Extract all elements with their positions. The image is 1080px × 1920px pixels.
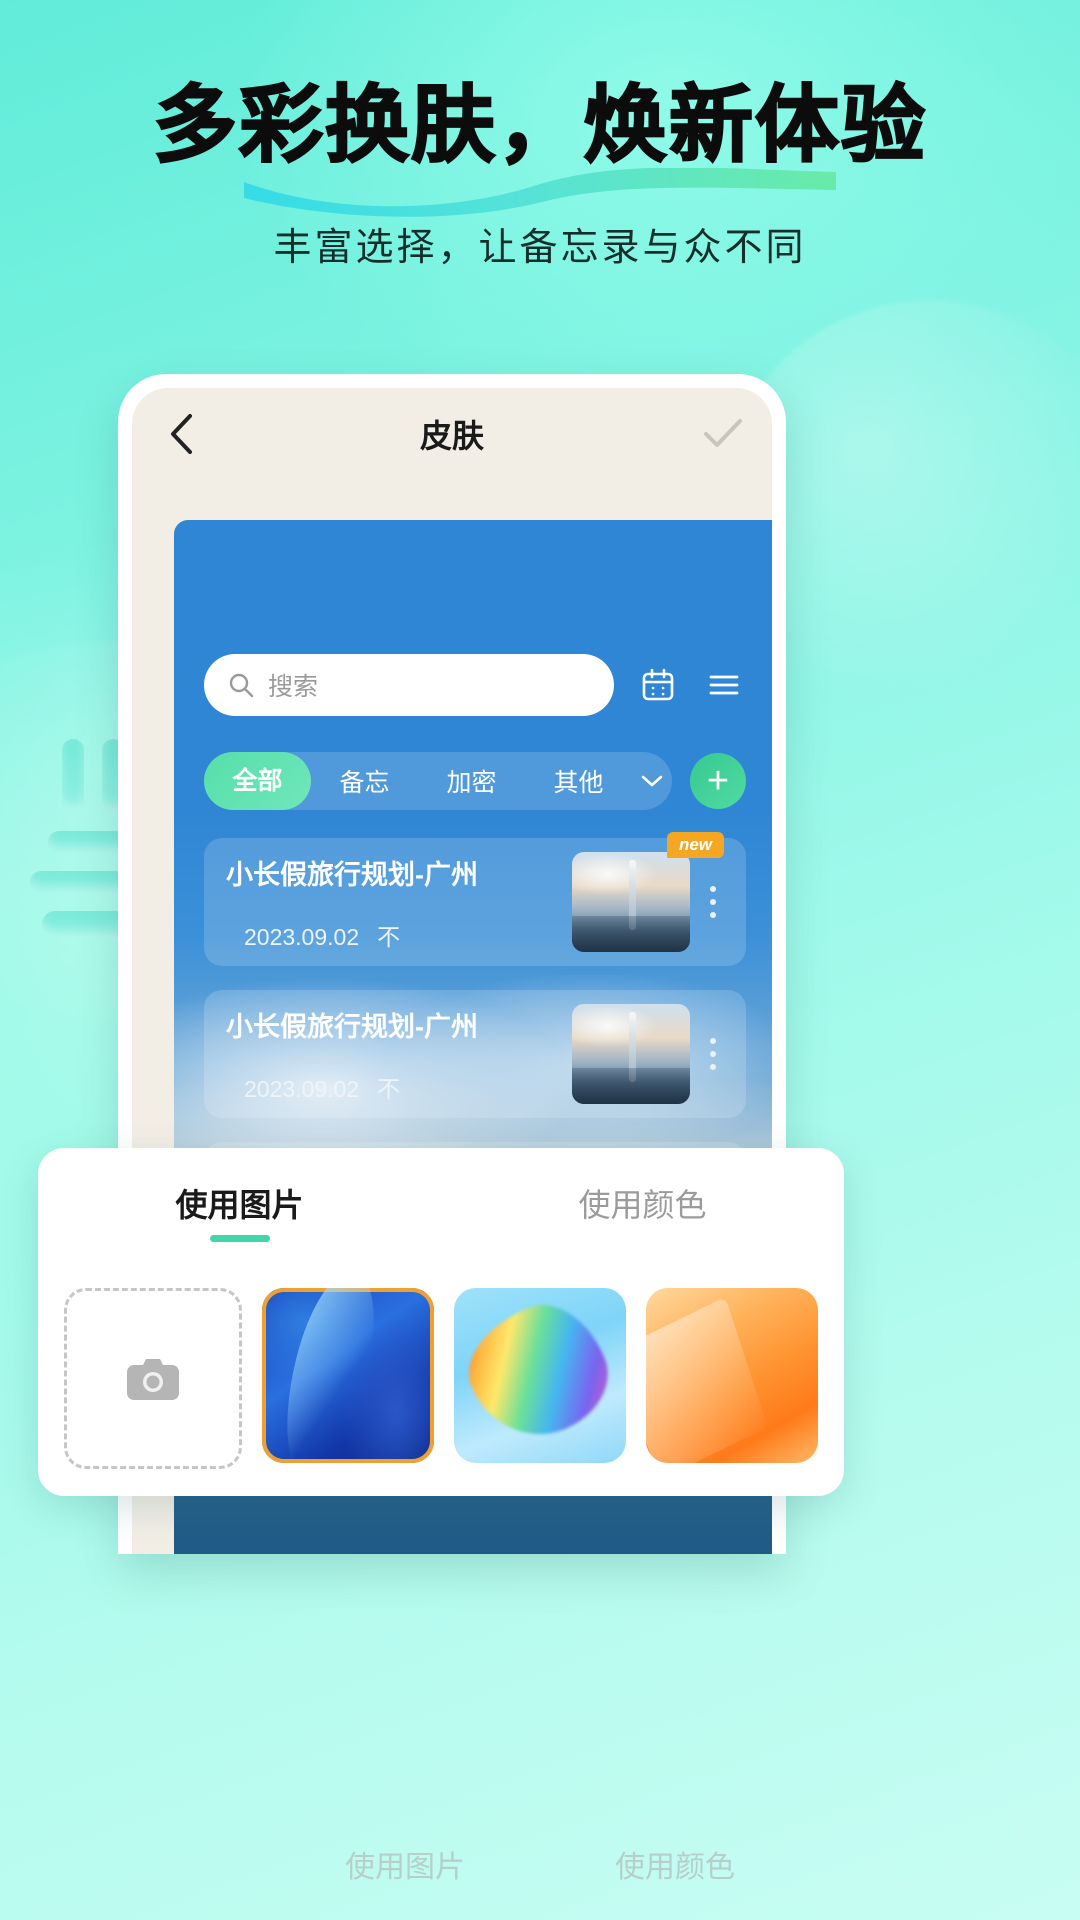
swatch-orange-cube[interactable] bbox=[646, 1288, 818, 1463]
search-row: 搜索 bbox=[204, 654, 746, 716]
filter-chip-all[interactable]: 全部 bbox=[204, 752, 311, 810]
table-row[interactable]: 小长假旅行规划-广州 2023.09.02不 bbox=[204, 990, 746, 1118]
add-photo-button[interactable] bbox=[64, 1288, 242, 1469]
more-vertical-icon[interactable] bbox=[690, 886, 736, 918]
filter-chip-memo[interactable]: 备忘 bbox=[311, 763, 418, 799]
search-icon bbox=[229, 673, 254, 698]
filter-chip-other[interactable]: 其他 bbox=[525, 763, 632, 799]
note-thumbnail bbox=[572, 1004, 690, 1104]
tab-use-image[interactable]: 使用图片 bbox=[38, 1180, 441, 1226]
chevron-down-icon[interactable] bbox=[632, 773, 672, 789]
swatch-list bbox=[38, 1226, 844, 1469]
filter-chip-encrypted[interactable]: 加密 bbox=[418, 763, 525, 799]
page-title: 皮肤 bbox=[419, 418, 484, 454]
sheet-tab-bar: 使用图片 使用颜色 bbox=[38, 1148, 844, 1226]
bottom-nav: 使用图片 使用颜色 bbox=[0, 1842, 1080, 1886]
add-note-button[interactable]: + bbox=[690, 753, 746, 809]
hero-subtitle: 丰富选择，让备忘录与众不同 bbox=[273, 227, 807, 270]
note-date: 2023.09.02不 bbox=[244, 1075, 401, 1102]
skin-picker-sheet: 使用图片 使用颜色 bbox=[38, 1148, 844, 1496]
hero-section: 多彩换肤，焕新体验 丰富选择，让备忘录与众不同 bbox=[0, 76, 1080, 271]
filter-chip-row: 全部 备忘 加密 其他 + bbox=[204, 752, 746, 810]
note-date: 2023.09.02不 bbox=[244, 923, 401, 950]
bottom-nav-use-color[interactable]: 使用颜色 bbox=[615, 1842, 735, 1886]
list-menu-icon[interactable] bbox=[702, 663, 746, 707]
search-input[interactable]: 搜索 bbox=[204, 654, 614, 716]
search-placeholder: 搜索 bbox=[268, 673, 319, 701]
tab-use-color[interactable]: 使用颜色 bbox=[441, 1180, 844, 1226]
bottom-nav-use-image[interactable]: 使用图片 bbox=[345, 1842, 465, 1886]
app-navbar: 皮肤 bbox=[132, 388, 772, 480]
note-title: 小长假旅行规划-广州 bbox=[226, 859, 478, 890]
table-row[interactable]: 小长假旅行规划-广州 2023.09.02 不 new bbox=[204, 832, 746, 966]
swatch-rainbow-ribbon[interactable] bbox=[454, 1288, 626, 1463]
camera-icon bbox=[127, 1358, 179, 1400]
status-badge: new bbox=[666, 832, 724, 858]
note-thumbnail bbox=[572, 852, 690, 952]
note-title: 小长假旅行规划-广州 bbox=[226, 1011, 478, 1042]
hero-title: 多彩换肤，焕新体验 bbox=[152, 76, 927, 174]
swatch-blue-wave[interactable] bbox=[262, 1288, 434, 1463]
calendar-icon[interactable] bbox=[636, 663, 680, 707]
more-vertical-icon[interactable] bbox=[690, 1038, 736, 1070]
